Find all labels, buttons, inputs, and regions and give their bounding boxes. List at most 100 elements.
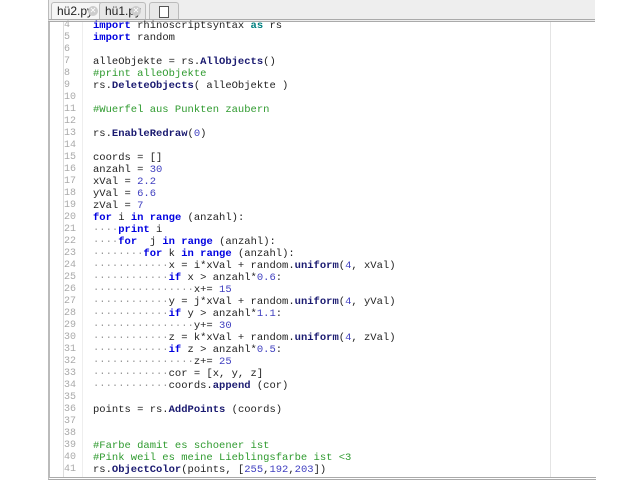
token: zVal = (93, 200, 138, 212)
token: if (168, 344, 182, 356)
token: #Pink weil es meine Lieblingsfarbe ist <… (93, 452, 352, 464)
token: : (275, 344, 283, 356)
token: ············ (93, 308, 169, 320)
line-number: 25 (64, 272, 77, 283)
line-number: 37 (64, 416, 77, 427)
token: rs (263, 20, 283, 32)
token: ···· (93, 236, 119, 248)
token: , zVal) (351, 332, 396, 344)
code-text: rs.ObjectColor(points, [255,192,203]) (93, 464, 326, 476)
token: 25 (219, 356, 232, 368)
code-text: #Pink weil es meine Lieblingsfarbe ist <… (93, 452, 351, 464)
line-number: 11 (64, 104, 77, 115)
token: , xVal) (351, 260, 396, 272)
line-number: 22 (64, 236, 77, 247)
line-number: 6 (64, 44, 71, 55)
token: 7 (137, 200, 144, 212)
token: 203 (294, 464, 314, 476)
line-number: 41 (64, 464, 77, 475)
token: 6.6 (137, 188, 157, 200)
token: (anzahl): (212, 236, 276, 248)
code-text: yVal = 6.6 (93, 188, 156, 200)
line-number: 10 (64, 92, 77, 103)
line-number: 23 (64, 248, 77, 259)
token: for (93, 212, 112, 224)
line-number: 17 (64, 176, 77, 187)
line-number: 15 (64, 152, 77, 163)
new-file-icon (159, 6, 169, 18)
code-text: ············if z > anzahl*0.5: (93, 344, 282, 356)
token: rs. (93, 80, 112, 92)
code-text: alleObjekte = rs.AllObjects() (93, 56, 276, 68)
tab-hu1-py[interactable]: hü1.py ✕ (99, 2, 146, 19)
token: range (181, 236, 213, 248)
code-editor[interactable]: 4 import rhinoscriptsyntax as rs 5 import r… (48, 20, 596, 480)
token: ObjectColor (111, 464, 182, 476)
code-text: ············if x > anzahl*0.6: (93, 272, 282, 284)
token: append (212, 380, 251, 392)
token: range (149, 212, 182, 224)
line-number: 27 (64, 296, 77, 307)
token: in (181, 248, 194, 260)
line-number: 16 (64, 164, 77, 175)
line-number: 7 (64, 56, 71, 67)
code-text: anzahl = 30 (93, 164, 162, 176)
code-text: ············coords.append (cor) (93, 380, 288, 392)
line-number: 9 (64, 80, 71, 91)
token: (points, [ (181, 464, 245, 476)
code-text: xVal = 2.2 (93, 176, 156, 188)
token: range (200, 248, 232, 260)
token: () (263, 56, 276, 68)
code-text: ········for k in range (anzahl): (93, 248, 295, 260)
token: ················ (93, 284, 194, 296)
line-number: 12 (64, 116, 77, 127)
token: ···· (93, 224, 119, 236)
token: rhinoscriptsyntax (130, 20, 251, 32)
code-text: import rhinoscriptsyntax as rs (93, 20, 282, 32)
token: j (137, 236, 163, 248)
line-number: 13 (64, 128, 77, 139)
close-icon[interactable]: ✕ (131, 6, 141, 16)
line-number: 39 (64, 440, 77, 451)
line-number: 19 (64, 200, 77, 211)
token: rs. (93, 128, 112, 140)
token: ············ (93, 260, 169, 272)
token: alleObjekte = rs. (93, 56, 201, 68)
token: in (130, 212, 144, 224)
token: random (130, 32, 175, 44)
token: 192 (269, 464, 289, 476)
token: 255 (244, 464, 264, 476)
token: points = rs. (93, 404, 169, 416)
tab-bar: hü2.py ✕ hü1.py ✕ (48, 0, 595, 22)
code-text: ············if y > anzahl*1.1: (93, 308, 282, 320)
tab-hu2-py[interactable]: hü2.py ✕ (51, 2, 103, 19)
code-text: ················y+= 30 (93, 320, 232, 332)
token: print (118, 224, 150, 236)
token: ············ (93, 272, 169, 284)
token: ············ (93, 380, 169, 392)
line-number: 29 (64, 320, 77, 331)
token: y+= (193, 320, 220, 332)
line-number: 14 (64, 140, 77, 151)
token: if (168, 308, 182, 320)
code-text: ················z+= 25 (93, 356, 232, 368)
token: xVal = (93, 176, 138, 188)
code-text: rs.DeleteObjects( alleObjekte ) (93, 80, 288, 92)
token: (anzahl): (231, 248, 295, 260)
token: AllObjects (200, 56, 264, 68)
token: coords = [] (93, 152, 163, 164)
token: #Wuerfel aus Punkten zaubern (93, 104, 270, 116)
close-icon[interactable]: ✕ (88, 6, 98, 16)
line-number: 20 (64, 212, 77, 223)
line-number: 26 (64, 284, 77, 295)
token: x = i*xVal + random. (168, 260, 295, 272)
token: i (111, 212, 131, 224)
new-tab-button[interactable] (149, 2, 179, 19)
token: ············ (93, 368, 169, 380)
token: uniform (294, 332, 339, 344)
code-text: points = rs.AddPoints (coords) (93, 404, 282, 416)
token: ]) (313, 464, 327, 476)
token: yVal = (93, 188, 138, 200)
token: uniform (294, 260, 339, 272)
code-text: ····for j in range (anzahl): (93, 236, 276, 248)
